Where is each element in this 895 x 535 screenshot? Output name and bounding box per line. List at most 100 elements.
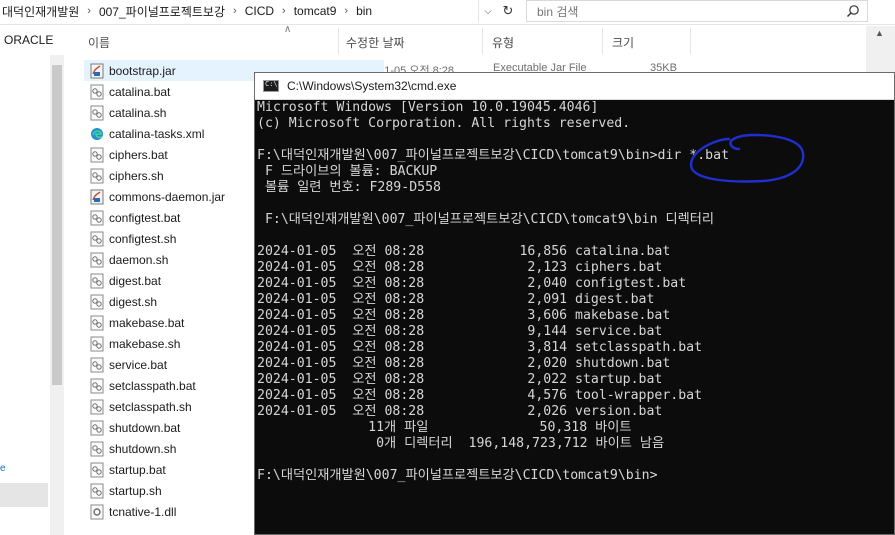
batch-file-icon xyxy=(90,420,104,436)
console-line: 2024-01-05 오전 08:28 2,020 shutdown.bat xyxy=(257,356,671,371)
console-line: 0개 디렉터리 196,148,723,712 바이트 남음 xyxy=(257,436,665,451)
search-icon xyxy=(847,5,859,17)
console-line: Microsoft Windows [Version 10.0.19045.40… xyxy=(257,100,599,115)
breadcrumb-separator-icon[interactable]: › xyxy=(282,5,286,17)
breadcrumb-item[interactable]: 007_파이널프로젝트보강 xyxy=(99,3,225,20)
file-name: makebase.bat xyxy=(109,315,185,330)
file-name: catalina.bat xyxy=(109,84,171,99)
console-line: 2024-01-05 오전 08:28 2,091 digest.bat xyxy=(257,292,655,307)
file-name: configtest.sh xyxy=(109,231,177,246)
file-name: tcnative-1.dll xyxy=(109,504,177,519)
file-name: configtest.bat xyxy=(109,210,181,225)
console-line: 2024-01-05 오전 08:28 3,814 setclasspath.b… xyxy=(257,340,703,355)
batch-file-icon xyxy=(90,84,104,100)
console-line: 볼륨 일련 번호: F289-D558 xyxy=(257,180,441,195)
batch-file-icon xyxy=(90,210,104,226)
console-line: 2024-01-05 오전 08:28 9,144 service.bat xyxy=(257,324,663,339)
column-divider[interactable] xyxy=(602,28,603,54)
file-name: shutdown.bat xyxy=(109,420,181,435)
file-name: bootstrap.jar xyxy=(109,63,176,78)
jar-file-icon xyxy=(90,189,104,205)
file-name: makebase.sh xyxy=(109,336,181,351)
nav-item-selected[interactable] xyxy=(0,483,48,507)
nav-scrollbar-thumb[interactable] xyxy=(52,65,62,385)
shell-file-icon xyxy=(90,252,104,268)
refresh-button[interactable]: ↻ xyxy=(498,0,518,22)
nav-item-oracle[interactable]: ORACLE xyxy=(4,33,53,47)
breadcrumb[interactable]: 대덕인재개발원 › 007_파이널프로젝트보강 › CICD › tomcat9 › bin xyxy=(2,0,492,22)
batch-file-icon xyxy=(90,462,104,478)
console-line: 2024-01-05 오전 08:28 3,606 makebase.bat xyxy=(257,308,671,323)
file-name: digest.sh xyxy=(109,294,158,309)
refresh-icon: ↻ xyxy=(502,3,514,18)
console-line: F:\대덕인재개발원\007_파이널프로젝트보강\CICD\tomcat9\bi… xyxy=(257,148,730,163)
column-date[interactable]: 수정한 날짜 xyxy=(346,34,405,51)
batch-file-icon xyxy=(90,147,104,163)
console-line: 2024-01-05 오전 08:28 2,022 startup.bat xyxy=(257,372,663,387)
column-divider[interactable] xyxy=(482,28,483,54)
column-size[interactable]: 크기 xyxy=(612,34,634,51)
cmd-titlebar[interactable]: C:\Windows\System32\cmd.exe xyxy=(255,73,894,100)
column-divider[interactable] xyxy=(690,28,691,54)
jar-file-icon xyxy=(90,63,104,79)
batch-file-icon xyxy=(90,273,104,289)
breadcrumb-item[interactable]: 대덕인재개발원 xyxy=(2,3,79,20)
file-name: ciphers.sh xyxy=(109,168,164,183)
console-line: 11개 파일 50,318 바이트 xyxy=(257,420,632,435)
breadcrumb-item[interactable]: tomcat9 xyxy=(294,4,337,18)
shell-file-icon xyxy=(90,231,104,247)
breadcrumb-item[interactable]: bin xyxy=(356,4,372,18)
file-name: commons-daemon.jar xyxy=(109,189,226,204)
console-line: 2024-01-05 오전 08:28 2,040 configtest.bat xyxy=(257,276,687,291)
console-line: 2024-01-05 오전 08:28 16,856 catalina.bat xyxy=(257,244,671,259)
breadcrumb-separator-icon[interactable]: › xyxy=(344,5,348,17)
column-name[interactable]: 이름 xyxy=(88,34,110,51)
navigation-pane: ORACLE e xyxy=(0,25,70,535)
shell-file-icon xyxy=(90,294,104,310)
file-name: startup.sh xyxy=(109,483,162,498)
cmd-icon xyxy=(263,80,279,92)
shell-file-icon xyxy=(90,336,104,352)
file-name: daemon.sh xyxy=(109,252,169,267)
file-name: service.bat xyxy=(109,357,168,372)
breadcrumb-separator-icon[interactable]: › xyxy=(87,5,91,17)
console-line: F 드라이브의 볼륨: BACKUP xyxy=(257,164,438,179)
shell-file-icon xyxy=(90,105,104,121)
shell-file-icon xyxy=(90,399,104,415)
nav-item-link[interactable]: e xyxy=(0,463,6,474)
column-divider[interactable] xyxy=(338,28,339,54)
edge-xml-icon xyxy=(90,126,104,142)
console-line: 2024-01-05 오전 08:28 4,576 tool-wrapper.b… xyxy=(257,388,703,403)
address-dropdown-button[interactable]: ⌵ xyxy=(478,0,497,22)
console-output[interactable]: Microsoft Windows [Version 10.0.19045.40… xyxy=(257,100,893,484)
file-name: setclasspath.bat xyxy=(109,378,196,393)
dll-file-icon xyxy=(90,504,104,520)
shell-file-icon xyxy=(90,441,104,457)
file-name: shutdown.sh xyxy=(109,441,177,456)
console-line: F:\대덕인재개발원\007_파이널프로젝트보강\CICD\tomcat9\bi… xyxy=(257,468,658,483)
file-name: catalina.sh xyxy=(109,105,167,120)
shell-file-icon xyxy=(90,168,104,184)
breadcrumb-separator-icon[interactable]: › xyxy=(233,5,237,17)
batch-file-icon xyxy=(90,315,104,331)
cmd-window[interactable]: C:\Windows\System32\cmd.exe Microsoft Wi… xyxy=(254,72,895,535)
sort-ascending-icon: ∧ xyxy=(284,24,292,35)
file-name: setclasspath.sh xyxy=(109,399,192,414)
scroll-up-icon[interactable]: ▲ xyxy=(875,28,884,38)
breadcrumb-item[interactable]: CICD xyxy=(245,4,274,18)
shell-file-icon xyxy=(90,483,104,499)
cmd-title: C:\Windows\System32\cmd.exe xyxy=(287,79,457,93)
file-name: startup.bat xyxy=(109,462,166,477)
file-name: digest.bat xyxy=(109,273,162,288)
search-box[interactable] xyxy=(526,0,868,22)
column-type[interactable]: 유형 xyxy=(492,34,514,51)
search-input[interactable] xyxy=(535,3,839,21)
column-header: ∧ 이름 수정한 날짜 유형 크기 xyxy=(78,24,868,56)
console-line: F:\대덕인재개발원\007_파이널프로젝트보강\CICD\tomcat9\bi… xyxy=(257,212,715,227)
chevron-down-icon: ⌵ xyxy=(484,5,492,17)
address-bar[interactable]: 대덕인재개발원 › 007_파이널프로젝트보강 › CICD › tomcat9 › bin ⌵… xyxy=(0,0,895,25)
